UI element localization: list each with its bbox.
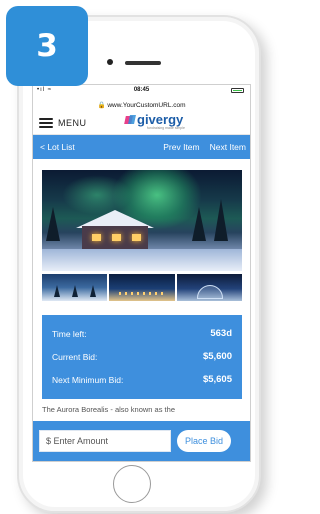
step-badge: 3 [6, 6, 88, 86]
item-navigation-bar: < Lot List Prev Item Next Item [33, 135, 250, 159]
current-bid-row: Current Bid: $5,600 [52, 345, 232, 368]
top-header: MENU givergy fundraising made simple [33, 111, 250, 135]
place-bid-button[interactable]: Place Bid [177, 430, 232, 452]
battery-icon [231, 88, 244, 93]
givergy-logo[interactable]: givergy fundraising made simple [125, 112, 185, 130]
next-min-bid-value: $5,605 [202, 374, 232, 385]
lit-window [92, 234, 101, 241]
hamburger-menu-icon[interactable] [39, 117, 53, 128]
photo-thumbnails [42, 274, 242, 301]
pine-tree [214, 199, 228, 241]
current-bid-label: Current Bid: [52, 351, 98, 362]
snow-ground [42, 249, 242, 271]
aurora-glow-secondary [62, 175, 132, 215]
lot-list-link[interactable]: < Lot List [40, 142, 163, 152]
bid-amount-input[interactable] [39, 430, 171, 452]
main-lot-photo[interactable] [42, 170, 242, 271]
front-camera [107, 59, 113, 65]
pine-tree [192, 207, 206, 241]
status-time: 08:45 [133, 87, 150, 93]
step-number: 3 [36, 28, 58, 64]
time-left-row: Time left: 563d [52, 322, 232, 345]
next-min-bid-label: Next Minimum Bid: [52, 374, 124, 385]
earpiece-speaker [125, 61, 161, 65]
next-min-bid-row: Next Minimum Bid: $5,605 [52, 368, 232, 391]
lot-content: Time left: 563d Current Bid: $5,600 Next… [33, 159, 250, 461]
logo-tagline: fundraising made simple [147, 126, 185, 130]
phone-screen: •ıl ≈ 08:45 🔒 www.YourCustomURL.com MENU… [32, 84, 251, 462]
current-bid-value: $5,600 [202, 351, 232, 362]
thumbnail-1[interactable] [42, 274, 108, 301]
lit-window [132, 234, 141, 241]
time-left-label: Time left: [52, 328, 87, 339]
menu-label[interactable]: MENU [58, 118, 87, 128]
home-button[interactable] [113, 465, 151, 503]
bid-info-panel: Time left: 563d Current Bid: $5,600 Next… [42, 315, 242, 399]
status-bar: •ıl ≈ 08:45 [33, 85, 250, 101]
lit-window [112, 234, 121, 241]
url-bar[interactable]: 🔒 www.YourCustomURL.com [33, 101, 250, 111]
thumbnail-3[interactable] [176, 274, 242, 301]
next-item-link[interactable]: Next Item [210, 142, 246, 152]
thumbnail-2[interactable] [109, 274, 175, 301]
givergy-logo-icon [125, 115, 135, 125]
logo-wordmark: givergy [137, 112, 184, 127]
pine-tree [46, 207, 60, 241]
lot-description: The Aurora Borealis - also known as the [42, 405, 175, 414]
bid-entry-bar: Place Bid [33, 421, 250, 461]
time-left-value: 563d [210, 328, 232, 339]
prev-item-link[interactable]: Prev Item [163, 142, 199, 152]
